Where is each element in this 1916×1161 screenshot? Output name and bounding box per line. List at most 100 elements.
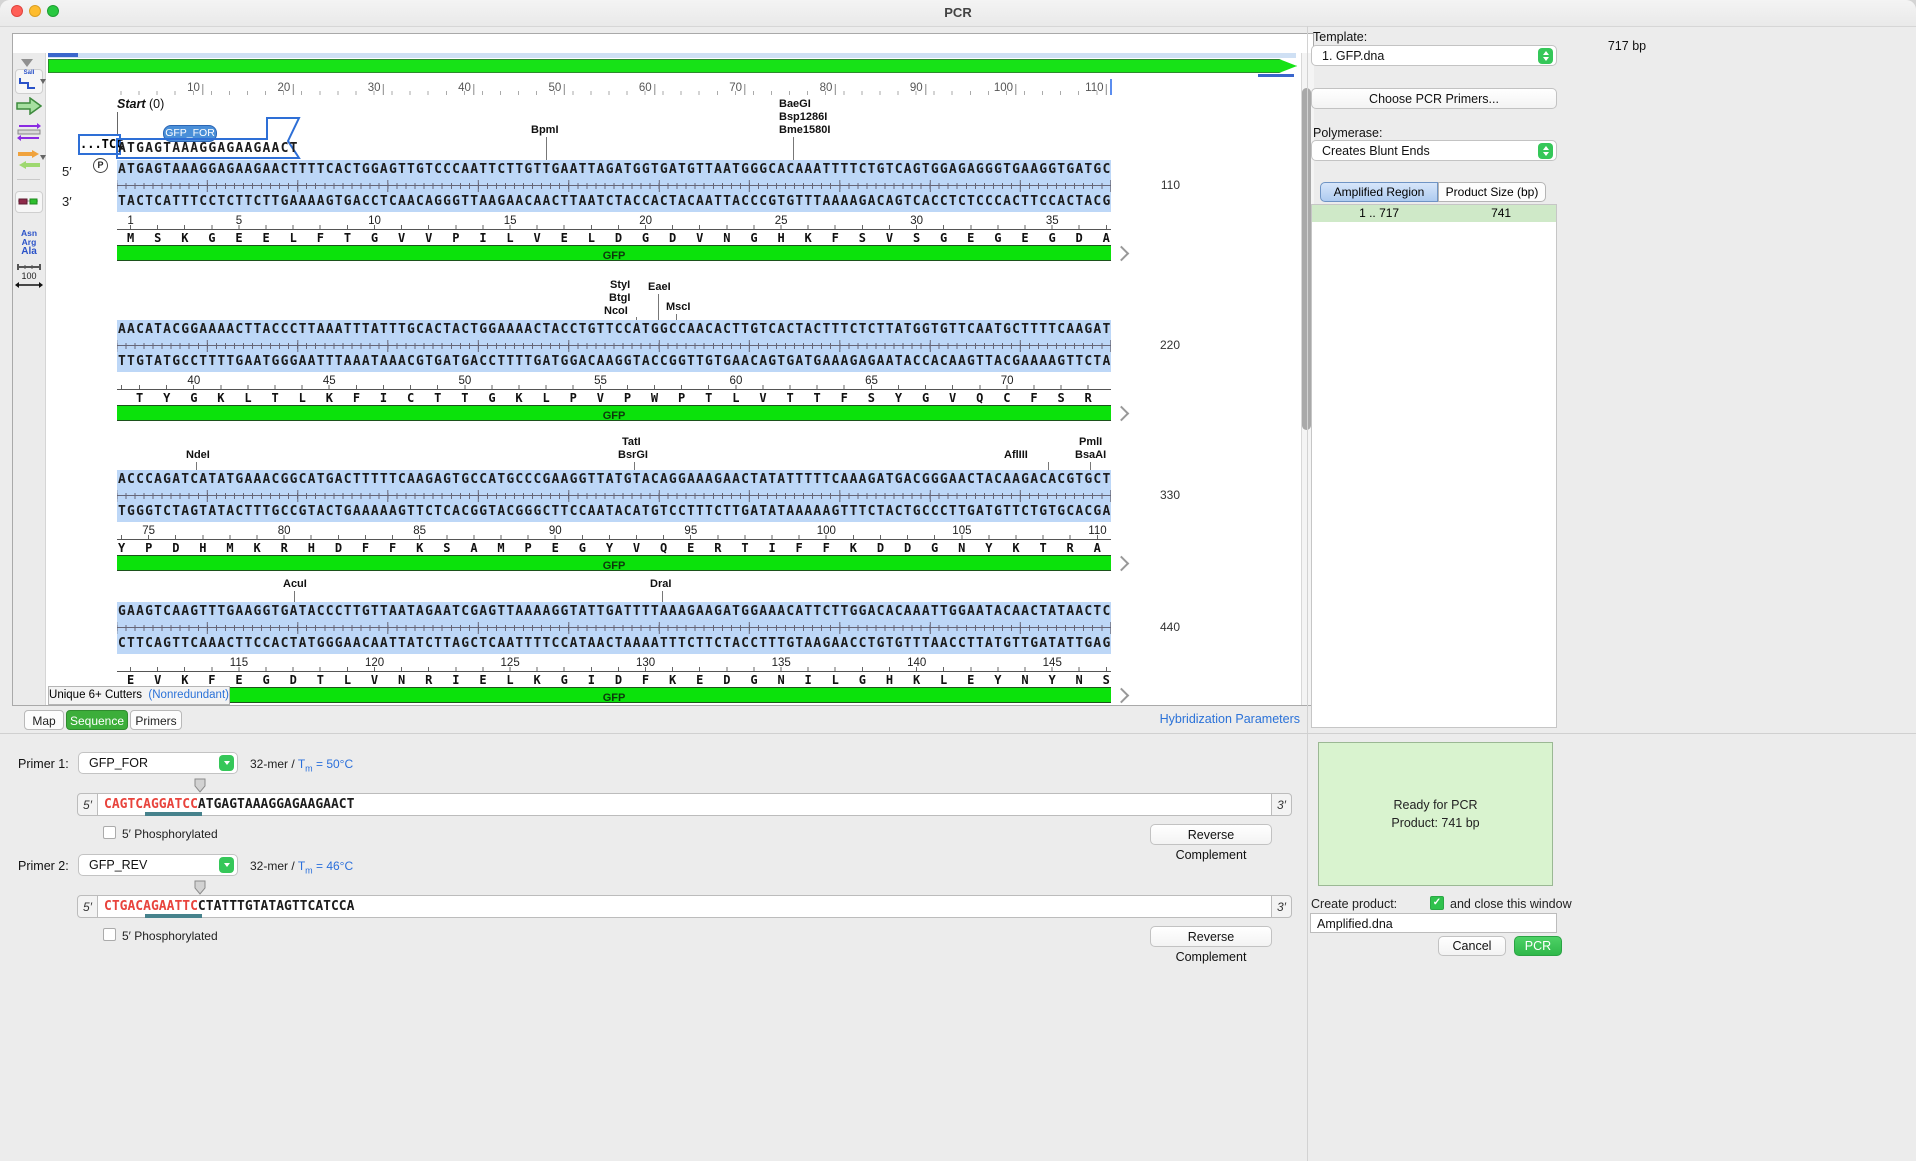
primer2-junction-marker[interactable] <box>193 879 207 895</box>
enzyme-label[interactable]: EaeI <box>648 281 671 293</box>
feature-bar-gfp[interactable]: GFP <box>117 405 1111 421</box>
tab-primers[interactable]: Primers <box>130 710 182 730</box>
sequence-block[interactable]: AACATACGGAAAACTTACCCTTAAATTTATTTGCACTACT… <box>117 320 1111 372</box>
enzyme-tool-chevron-icon[interactable] <box>40 79 46 84</box>
primer1-reverse-complement-button[interactable]: Reverse Complement <box>1150 824 1272 845</box>
cursor-caret <box>1110 79 1112 95</box>
overview-sequence-bar[interactable] <box>48 59 1297 73</box>
sequence-block[interactable]: ACCCAGATCATATGAAACGGCATGACTTTTTCAAGAGTGC… <box>117 470 1111 522</box>
feature-bar-gfp[interactable]: GFP <box>117 687 1111 703</box>
codon-number: 50 <box>458 375 471 387</box>
close-window-checkbox[interactable]: ✓ <box>1430 896 1444 910</box>
tab-map[interactable]: Map <box>24 710 64 730</box>
primer1-select[interactable]: GFP_FOR <box>78 752 238 774</box>
strand-top[interactable]: AACATACGGAAAACTTACCCTTAAATTTATTTGCACTACT… <box>118 322 1111 337</box>
strand-bottom[interactable]: TACTCATTTCCTCTTCTTGAAAAGTGACCTCAACAGGGTT… <box>118 194 1111 209</box>
orf-tool-button[interactable] <box>15 191 43 213</box>
template-label: Template: <box>1313 30 1367 44</box>
position-margin-number: 220 <box>1140 338 1180 352</box>
codon-ruler: 15101520253035 <box>117 213 1111 230</box>
polymerase-select[interactable]: Creates Blunt Ends <box>1311 140 1557 161</box>
primer-tool-icon[interactable] <box>16 122 42 142</box>
enzyme-label[interactable]: BpmI <box>531 124 559 136</box>
feature-tool-icon[interactable] <box>16 97 42 115</box>
sequence-block[interactable]: ATGAGTAAAGGAGAAGAACTTTTCACTGGAGTTGTCCCAA… <box>117 160 1111 212</box>
codon-number: 25 <box>775 215 788 227</box>
codon-number: 100 <box>817 525 836 537</box>
enzyme-label[interactable]: TatI <box>622 436 641 448</box>
enzyme-label[interactable]: AflIII <box>1004 449 1028 461</box>
codon-number: 55 <box>594 375 607 387</box>
selection-length: 717 bp <box>1608 39 1646 53</box>
strand-top[interactable]: GAAGTCAAGTTTGAAGGTGATACCCTTGTTAATAGAATCG… <box>118 604 1111 619</box>
strand-top[interactable]: ATGAGTAAAGGAGAAGAACTTTTCACTGGAGTTGTCCCAA… <box>118 162 1111 177</box>
translation-row: MSKGEELFTGVVPILVELDGDVNGHKFSVSGEGEGDA <box>117 231 1121 245</box>
sequence-block[interactable]: GAAGTCAAGTTTGAAGGTGATACCCTTGTTAATAGAATCG… <box>117 602 1111 654</box>
stretch-arrow-icon <box>15 281 43 289</box>
select-stepper-icon <box>1538 48 1553 64</box>
tab-sequence[interactable]: Sequence <box>66 710 128 730</box>
strand-bottom[interactable]: TTGTATGCCTTTTGAATGGGAATTTAAATAAACGTGATGA… <box>118 354 1111 369</box>
product-filename-input[interactable]: Amplified.dna <box>1310 913 1557 933</box>
strand-bottom[interactable]: TGGGTCTAGTATACTTTGCCGTACTGAAAAAGTTCTCACG… <box>118 504 1111 519</box>
enzyme-tool-button[interactable]: SalI <box>15 69 43 94</box>
sequence-ruler: 102030405060708090100110 <box>117 80 1111 95</box>
primer2-select[interactable]: GFP_REV <box>78 854 238 876</box>
codon-number: 20 <box>639 215 652 227</box>
codon-number: 35 <box>1046 215 1059 227</box>
ruler-scale-icon[interactable]: 100 <box>15 263 43 289</box>
five-prime-label: 5′ <box>62 164 82 179</box>
tab-amplified-region[interactable]: Amplified Region <box>1320 182 1438 202</box>
panel-divider <box>1307 26 1308 1161</box>
enzyme-label[interactable]: AcuI <box>283 578 307 590</box>
primer2-reverse-complement-button[interactable]: Reverse Complement <box>1150 926 1272 947</box>
cancel-button[interactable]: Cancel <box>1438 936 1506 956</box>
enzyme-tick <box>793 137 794 160</box>
select-stepper-icon <box>219 857 234 873</box>
primer1-sequence-text: CAGTCAGGATCCATGAGTAAAGGAGAAGAACT <box>104 797 354 812</box>
amplified-region-row[interactable]: 1 .. 717 741 <box>1312 205 1556 222</box>
strand-bottom[interactable]: CTTCAGTTCAAACTTCCACTATGGGAACAATTATCTTAGC… <box>118 636 1111 651</box>
codon-number: 105 <box>952 525 971 537</box>
enzyme-tick <box>1090 462 1091 470</box>
strand-top[interactable]: ACCCAGATCATATGAAACGGCATGACTTTTTCAAGAGTGC… <box>118 472 1111 487</box>
collapse-arrow-icon[interactable] <box>21 59 33 67</box>
cutters-overlay[interactable]: Unique 6+ Cutters (Nonredundant) <box>48 686 230 705</box>
enzyme-label[interactable]: BaeGI <box>779 98 811 110</box>
enzyme-label[interactable]: DraI <box>650 578 671 590</box>
hybridization-parameters-link[interactable]: Hybridization Parameters <box>1050 712 1300 726</box>
primer1-phosphorylated-checkbox[interactable] <box>103 826 116 839</box>
primer-annotation-sequence: ATGAGTAAAGGAGAAGAACT <box>118 141 299 156</box>
polymerase-label: Polymerase: <box>1313 126 1382 140</box>
translate-aa-icon[interactable]: Asn Arg Ala <box>13 229 45 256</box>
ruler-number: 110 <box>1085 82 1103 94</box>
position-margin-number: 440 <box>1140 620 1180 634</box>
feature-bar-gfp[interactable]: GFP <box>117 245 1111 261</box>
enzyme-label[interactable]: Bme1580I <box>779 124 830 136</box>
enzyme-label[interactable]: StyI <box>610 279 630 291</box>
cutters-mode-link[interactable]: (Nonredundant) <box>148 689 229 701</box>
pcr-button[interactable]: PCR <box>1514 936 1562 956</box>
amplified-region-list[interactable]: 1 .. 717 741 <box>1311 204 1557 728</box>
enzyme-label[interactable]: NdeI <box>186 449 210 461</box>
template-select[interactable]: 1. GFP.dna <box>1311 45 1557 66</box>
enzyme-label[interactable]: MscI <box>666 301 690 313</box>
phosphate-icon: P <box>93 158 108 173</box>
ruler-number: 60 <box>639 82 652 94</box>
enzyme-label[interactable]: NcoI <box>604 305 628 317</box>
tab-product-size[interactable]: Product Size (bp) <box>1438 182 1546 202</box>
primer2-phosphorylated-checkbox[interactable] <box>103 928 116 941</box>
primer1-junction-marker[interactable] <box>193 777 207 793</box>
enzyme-cut-icon <box>16 76 40 89</box>
feature-bar-gfp[interactable]: GFP <box>117 555 1111 571</box>
choose-primers-button[interactable]: Choose PCR Primers... <box>1311 88 1557 109</box>
codon-number: 65 <box>865 375 878 387</box>
enzyme-label[interactable]: Bsp1286I <box>779 111 827 123</box>
overview-track[interactable] <box>48 53 1296 58</box>
translation-tool-icon[interactable] <box>16 149 42 171</box>
translation-tool-chevron-icon[interactable] <box>40 155 46 160</box>
enzyme-label[interactable]: PmlI <box>1079 436 1102 448</box>
enzyme-label[interactable]: BsaAI <box>1075 449 1106 461</box>
enzyme-label[interactable]: BtgI <box>609 292 630 304</box>
enzyme-label[interactable]: BsrGI <box>618 449 648 461</box>
